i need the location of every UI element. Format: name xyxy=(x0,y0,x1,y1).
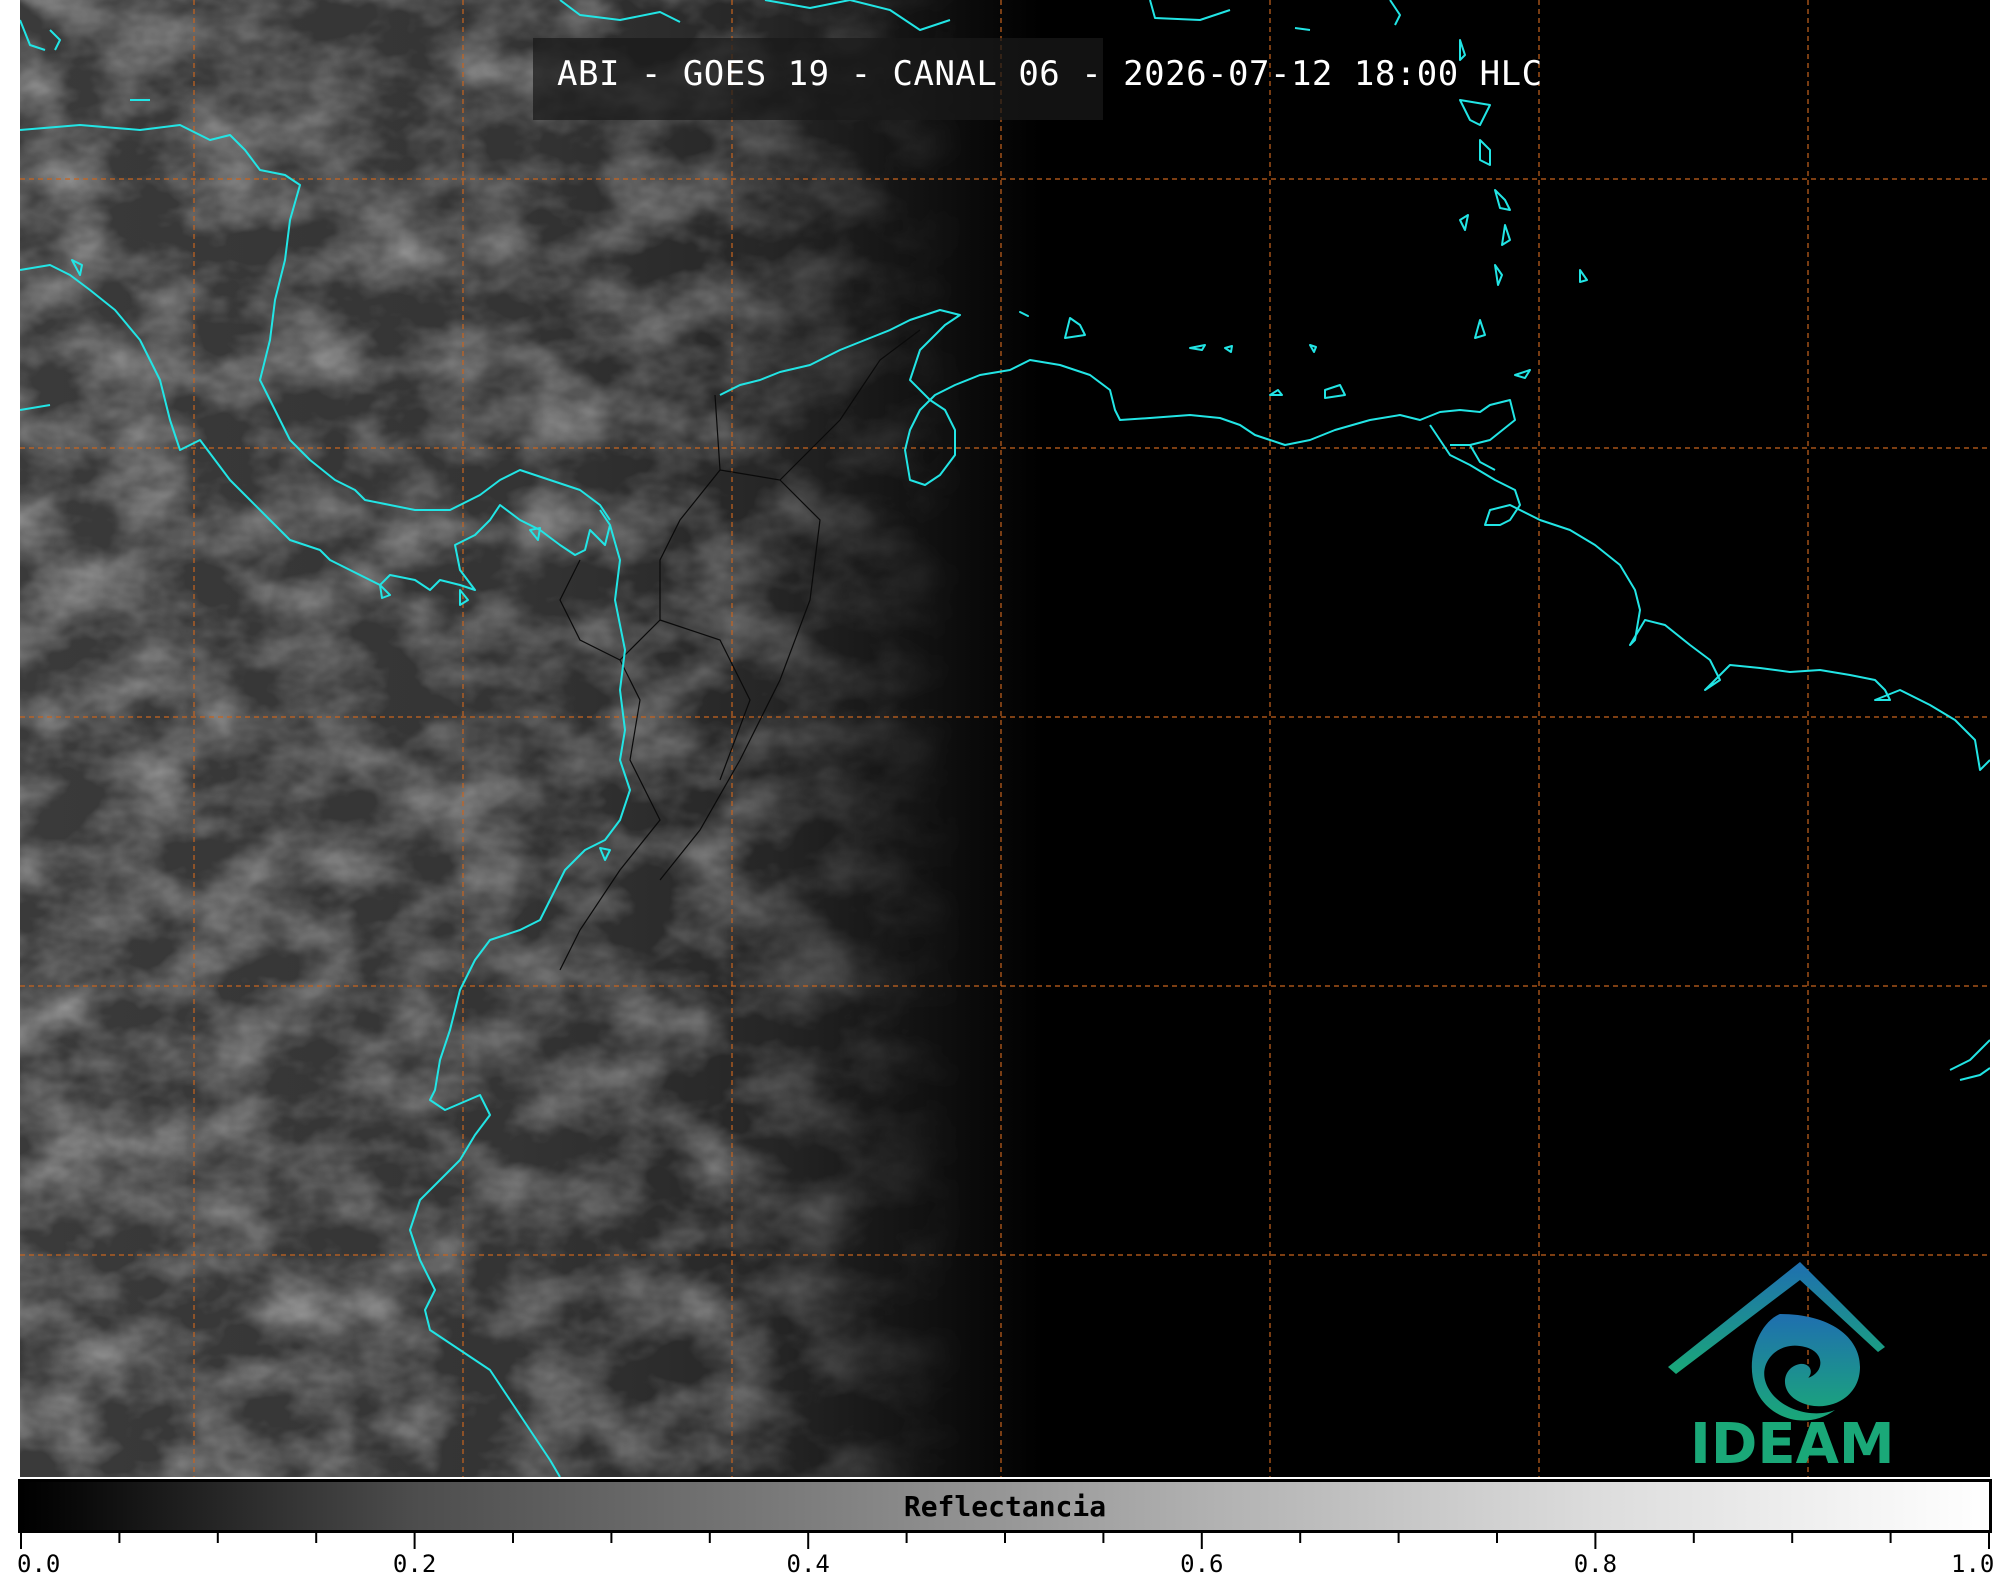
colorbar-ticks xyxy=(20,1533,1990,1549)
colorbar-tick-label: 0.8 xyxy=(1573,1550,1618,1578)
map-title: ABI - GOES 19 - CANAL 06 - 2026-07-12 18… xyxy=(557,54,1543,94)
colorbar: Reflectancia xyxy=(18,1479,1992,1533)
colorbar-tick-label: 0.2 xyxy=(392,1550,437,1578)
colorbar-label: Reflectancia xyxy=(903,1490,1107,1523)
colorbar-tick-label: 0.6 xyxy=(1180,1550,1224,1578)
colorbar-tick-label: 1.0 xyxy=(1951,1550,1995,1578)
colorbar-tick-label: 0.4 xyxy=(786,1550,830,1578)
ideam-logo-text: IDEAM xyxy=(1690,1412,1895,1477)
colorbar-tick-label: 0.0 xyxy=(17,1550,61,1578)
